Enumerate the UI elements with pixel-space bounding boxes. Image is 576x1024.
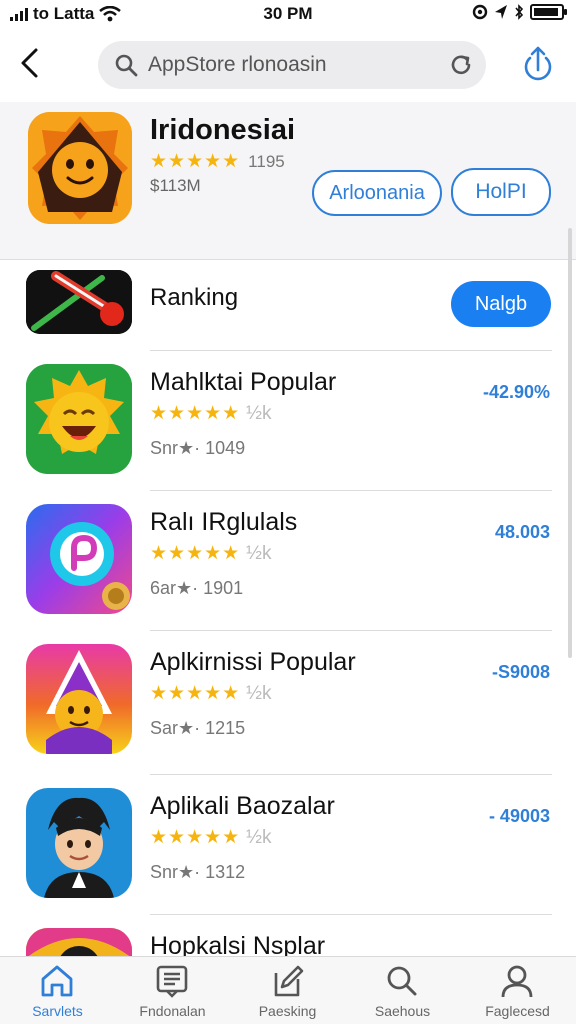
featured-app-title: Iridonesiai [150, 114, 296, 146]
row-divider [150, 490, 552, 491]
list-item[interactable]: Mahlktai Popular ★★★★★ ½k Snr★· 1049 -42… [0, 350, 576, 490]
navigation-bar: AppStore rlonoasin [0, 30, 576, 102]
tab-bar: Sarvlets Fndonalan Paesking Saehous Fagl… [0, 956, 576, 1024]
app-rating: ★★★★★ ½k [150, 682, 272, 705]
ranking-button[interactable]: Nalgb [451, 281, 551, 327]
status-bar: to Latta 30 PM [0, 0, 576, 30]
app-title: Aplkirnissi Popular [150, 648, 356, 676]
ranking-label: Ranking [150, 284, 239, 311]
tab-label: Fndonalan [139, 1003, 206, 1019]
tab-edit[interactable]: Paesking [230, 957, 345, 1024]
row-divider [150, 630, 552, 631]
featured-app-rating: ★★★★★ 1195 [150, 150, 285, 173]
list-item[interactable]: Ralı IRglulals ★★★★★ ½k 6ar★· 1901 48.00… [0, 490, 576, 630]
app-meta: 6ar★· 1901 [150, 578, 244, 598]
featured-app-size: $113M [150, 176, 201, 195]
app-price: -42.90% [482, 382, 550, 402]
back-chevron-icon[interactable] [14, 46, 48, 80]
tab-label: Sarvlets [32, 1003, 83, 1019]
tab-label: Faglecesd [485, 1003, 550, 1019]
status-icons [472, 4, 567, 20]
star-rating-icon: ★★★★★ [150, 151, 241, 172]
half-star-icon: ½k [246, 542, 272, 564]
half-star-icon: ½k [246, 826, 272, 848]
star-rating-icon: ★★★★★ [150, 403, 241, 424]
location-ring-icon [472, 4, 488, 20]
tab-news[interactable]: Fndonalan [115, 957, 230, 1024]
home-icon [41, 965, 73, 997]
app-meta: Sar★· 1215 [150, 718, 246, 738]
search-icon [115, 54, 138, 77]
tab-home[interactable]: Sarvlets [0, 957, 115, 1024]
row-divider [150, 914, 552, 915]
star-rating-icon: ★★★★★ [150, 827, 241, 848]
star-rating-icon: ★★★★★ [150, 683, 241, 704]
list-item[interactable]: Hopkalsi Nsplar [0, 914, 576, 956]
app-icon [26, 788, 132, 898]
tab-label: Saehous [374, 1003, 431, 1019]
secondary-action-button[interactable]: Arloonania [312, 170, 442, 216]
news-icon [156, 965, 188, 998]
edit-icon [274, 965, 304, 997]
tab-profile[interactable]: Faglecesd [460, 957, 575, 1024]
app-price: 48.003 [494, 522, 550, 542]
bluetooth-icon [515, 4, 524, 20]
app-meta: Snr★· 1049 [150, 438, 246, 458]
search-icon [387, 966, 417, 996]
list-item[interactable]: Aplkirnissi Popular ★★★★★ ½k Sar★· 1215 … [0, 630, 576, 774]
ranking-row[interactable]: Ranking Nalgb [0, 260, 576, 350]
help-button[interactable]: HolPI [451, 168, 551, 216]
app-price: -S9008 [491, 662, 550, 682]
rating-count: 1195 [248, 151, 285, 171]
app-icon [26, 504, 132, 614]
app-price: - 49003 [488, 806, 550, 826]
row-divider [150, 350, 552, 351]
search-input[interactable]: AppStore rlonoasin [98, 41, 486, 89]
scrollbar[interactable] [568, 228, 572, 658]
half-star-icon: ½k [246, 682, 272, 704]
location-arrow-icon [495, 5, 507, 19]
row-divider [150, 774, 552, 775]
app-title: Hopkalsi Nsplar [150, 932, 326, 956]
app-icon [26, 928, 132, 956]
star-rating-icon: ★★★★★ [150, 543, 241, 564]
featured-app-icon[interactable] [28, 112, 132, 224]
ranking-icon [26, 270, 132, 334]
featured-app-header: Iridonesiai ★★★★★ 1195 $113M Arloonania … [0, 102, 576, 260]
app-title: Aplikali Baozalar [150, 792, 335, 820]
app-rating: ★★★★★ ½k [150, 542, 272, 565]
app-title: Mahlktai Popular [150, 368, 337, 396]
app-rating: ★★★★★ ½k [150, 826, 272, 849]
half-star-icon: ½k [246, 402, 272, 424]
tab-search[interactable]: Saehous [345, 957, 460, 1024]
reload-icon[interactable] [448, 52, 474, 78]
battery-icon [530, 4, 567, 20]
app-rating: ★★★★★ ½k [150, 402, 272, 425]
list-item[interactable]: Aplikali Baozalar ★★★★★ ½k Snr★· 1312 - … [0, 774, 576, 914]
app-icon [26, 364, 132, 474]
app-title: Ralı IRglulals [150, 508, 298, 536]
app-icon [26, 644, 132, 754]
share-icon[interactable] [520, 44, 556, 84]
person-icon [501, 965, 533, 998]
app-meta: Snr★· 1312 [150, 862, 246, 882]
tab-label: Paesking [258, 1003, 317, 1019]
search-query: AppStore rlonoasin [148, 53, 327, 76]
